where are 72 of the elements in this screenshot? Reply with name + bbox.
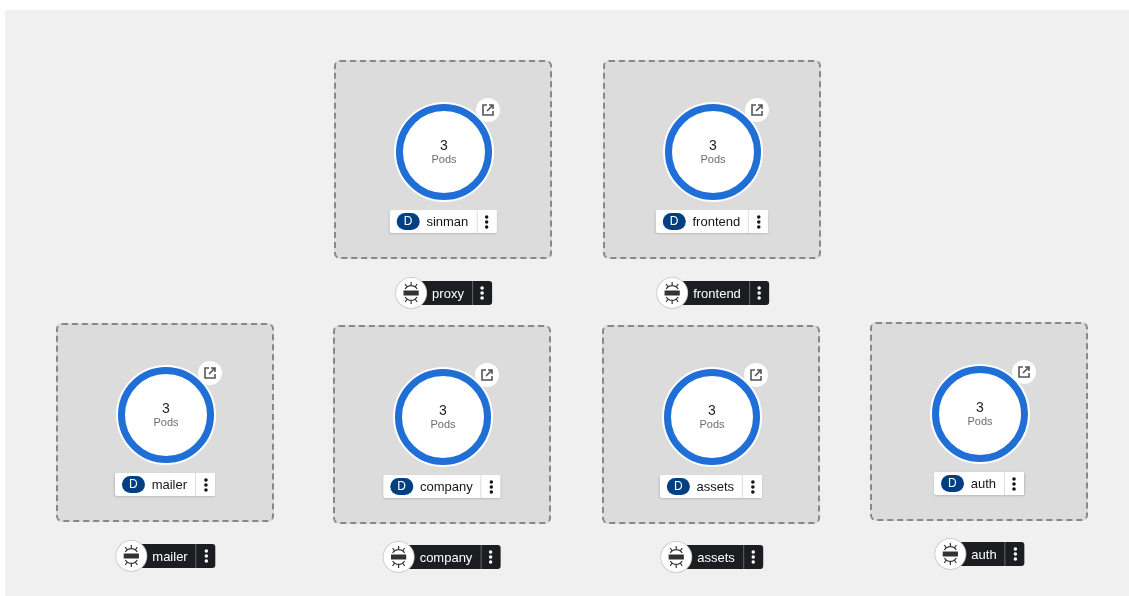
pod-count: 3: [708, 403, 716, 418]
deployment-name: company: [419, 479, 474, 494]
deployment-name: auth: [970, 476, 997, 491]
deployment-label[interactable]: D auth: [934, 472, 1024, 495]
deployment-name: mailer: [151, 477, 189, 492]
external-link-icon[interactable]: [745, 98, 769, 122]
kebab-icon: [756, 214, 761, 229]
helm-wheel-icon: [935, 539, 966, 569]
kebab-icon: [484, 214, 489, 229]
pod-unit: Pods: [431, 153, 457, 166]
pod-count: 3: [162, 401, 170, 416]
group-box[interactable]: 3 Pods D company: [333, 325, 551, 524]
pod-ring[interactable]: 3 Pods: [396, 104, 492, 200]
deployment-badge: D: [396, 213, 420, 230]
pod-ring[interactable]: 3 Pods: [664, 369, 760, 465]
deployment-badge: D: [390, 478, 413, 495]
kebab-icon: [480, 286, 485, 300]
release-name: company: [419, 549, 473, 565]
pod-count: 3: [440, 138, 448, 153]
kebab-icon: [489, 479, 494, 494]
deployment-badge: D: [666, 478, 690, 495]
external-link-icon[interactable]: [744, 363, 768, 387]
external-link-icon[interactable]: [476, 98, 500, 122]
group-box[interactable]: 3 Pods D sinman: [334, 60, 552, 259]
group-box[interactable]: 3 Pods D frontend: [603, 60, 821, 259]
deployment-label[interactable]: D assets: [659, 475, 763, 498]
pod-ring[interactable]: 3 Pods: [395, 369, 491, 465]
deployment-badge: D: [662, 213, 686, 230]
release-name: auth: [971, 546, 997, 562]
deployment-badge: D: [941, 475, 964, 492]
release-name: proxy: [432, 285, 464, 301]
kebab-icon: [488, 550, 493, 564]
pod-count: 3: [439, 403, 447, 418]
release-name: assets: [697, 549, 735, 565]
deployment-label[interactable]: D sinman: [389, 210, 497, 233]
kebab-icon: [751, 550, 756, 564]
group-box[interactable]: 3 Pods D mailer: [56, 323, 274, 522]
group-box[interactable]: 3 Pods D auth: [870, 322, 1088, 521]
group-box[interactable]: 3 Pods D assets: [602, 325, 820, 524]
external-link-icon[interactable]: [475, 363, 499, 387]
kebab-icon: [1012, 476, 1017, 491]
helm-wheel-icon: [396, 278, 427, 308]
helm-wheel-icon: [116, 541, 147, 571]
deployment-label[interactable]: D mailer: [114, 473, 216, 496]
deployment-label[interactable]: D frontend: [655, 210, 769, 233]
kebab-icon: [204, 549, 209, 563]
pod-ring[interactable]: 3 Pods: [118, 367, 214, 463]
kebab-icon: [757, 286, 762, 300]
kebab-icon: [750, 479, 755, 494]
kebab-icon: [1013, 547, 1018, 561]
pod-unit: Pods: [430, 418, 456, 431]
pod-count: 3: [976, 400, 984, 415]
pod-unit: Pods: [700, 153, 726, 166]
deployment-badge: D: [121, 476, 145, 493]
external-link-icon[interactable]: [1012, 360, 1036, 384]
pod-ring[interactable]: 3 Pods: [665, 104, 761, 200]
release-name: mailer: [152, 548, 188, 564]
external-link-icon[interactable]: [198, 361, 222, 385]
deployment-name: sinman: [426, 214, 470, 229]
deployment-label[interactable]: D company: [383, 475, 501, 498]
deployment-name: assets: [696, 479, 736, 494]
pod-unit: Pods: [699, 418, 725, 431]
helm-wheel-icon: [383, 542, 414, 572]
pod-unit: Pods: [967, 415, 993, 428]
pod-count: 3: [709, 138, 717, 153]
deployment-name: frontend: [692, 214, 742, 229]
pod-unit: Pods: [153, 416, 179, 429]
pod-ring[interactable]: 3 Pods: [932, 366, 1028, 462]
release-name: frontend: [693, 285, 741, 301]
helm-wheel-icon: [661, 542, 692, 572]
helm-wheel-icon: [657, 278, 688, 308]
kebab-icon: [203, 477, 208, 492]
